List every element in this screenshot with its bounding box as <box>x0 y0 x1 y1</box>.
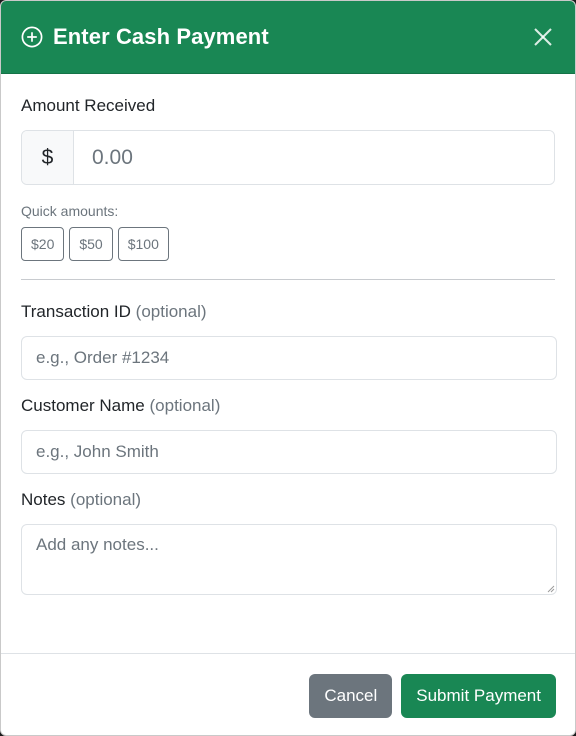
modal-footer: Cancel Submit Payment <box>1 653 575 735</box>
modal-header: Enter Cash Payment <box>1 1 575 74</box>
notes-label: Notes (optional) <box>21 490 555 510</box>
customer-name-input[interactable] <box>21 430 557 474</box>
amount-input[interactable] <box>74 131 554 184</box>
currency-prefix: $ <box>22 131 74 184</box>
optional-hint: (optional) <box>149 396 221 415</box>
quick-amounts-label: Quick amounts: <box>21 203 119 219</box>
quick-amounts-row: $20 $50 $100 <box>21 227 555 261</box>
modal-body: Amount Received $ Quick amounts: $20 $50… <box>1 74 575 595</box>
customer-name-label-text: Customer Name <box>21 396 145 415</box>
optional-hint: (optional) <box>70 490 142 509</box>
section-divider <box>21 279 555 280</box>
transaction-id-label: Transaction ID (optional) <box>21 302 555 322</box>
amount-label-text: Amount Received <box>21 96 156 115</box>
quick-amount-100-button[interactable]: $100 <box>117 227 169 261</box>
notes-label-text: Notes <box>21 490 66 509</box>
optional-hint: (optional) <box>135 302 207 321</box>
transaction-id-label-text: Transaction ID <box>21 302 131 321</box>
transaction-id-input[interactable] <box>21 336 557 380</box>
resize-handle-icon[interactable] <box>547 585 555 593</box>
notes-wrapper <box>21 524 557 595</box>
customer-name-label: Customer Name (optional) <box>21 396 555 416</box>
plus-circle-icon <box>21 26 43 48</box>
close-icon <box>534 28 552 46</box>
submit-payment-button[interactable]: Submit Payment <box>401 673 556 718</box>
close-button[interactable] <box>531 25 555 49</box>
cancel-button[interactable]: Cancel <box>309 673 393 718</box>
modal-title: Enter Cash Payment <box>53 24 269 49</box>
cash-payment-modal: Enter Cash Payment Amount Received $ Qui… <box>0 0 576 736</box>
quick-amount-20-button[interactable]: $20 <box>21 227 65 261</box>
amount-input-group: $ <box>21 130 555 185</box>
quick-amount-50-button[interactable]: $50 <box>69 227 113 261</box>
notes-textarea[interactable] <box>21 524 557 595</box>
amount-label: Amount Received <box>21 96 555 116</box>
